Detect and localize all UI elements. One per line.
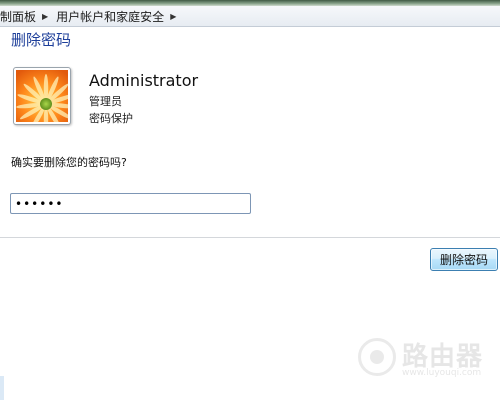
watermark: 路由器 www.luyouqi.com <box>356 334 492 384</box>
chevron-right-icon[interactable]: ▶ <box>170 12 176 21</box>
user-name: Administrator <box>89 71 199 90</box>
user-status: 密码保护 <box>89 112 133 125</box>
confirm-question: 确实要删除您的密码吗? <box>11 156 127 169</box>
watermark-subtitle: www.luyouqi.com <box>402 368 482 378</box>
user-role: 管理员 <box>89 95 122 108</box>
user-avatar <box>13 67 71 125</box>
breadcrumb-control-panel[interactable]: 制面板 <box>0 8 40 25</box>
breadcrumb: 制面板 ▶ 用户帐户和家庭安全 ▶ <box>0 6 500 27</box>
watermark-logo-icon <box>358 338 396 376</box>
password-input[interactable] <box>10 193 251 214</box>
flower-avatar-icon <box>16 70 68 122</box>
delete-password-button[interactable]: 删除密码 <box>430 248 498 271</box>
page-title: 删除密码 <box>11 31 72 49</box>
chevron-right-icon[interactable]: ▶ <box>42 12 48 21</box>
left-edge-strip <box>0 376 4 400</box>
divider <box>0 237 500 238</box>
breadcrumb-user-accounts[interactable]: 用户帐户和家庭安全 <box>52 8 168 25</box>
